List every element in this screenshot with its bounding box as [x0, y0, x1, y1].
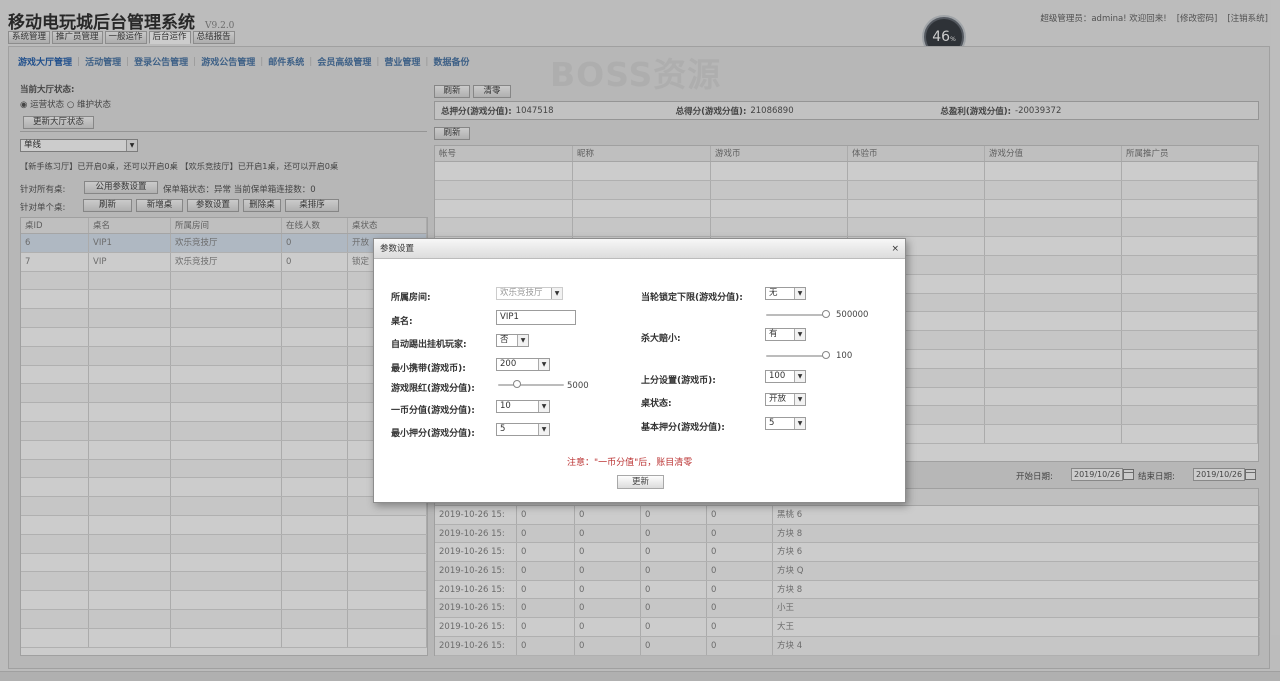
lock-limit-label: 当轮锁定下限(游戏分值): [641, 293, 743, 303]
chevron-down-icon: ▼ [517, 335, 528, 346]
close-icon[interactable]: × [891, 239, 899, 259]
kill-label: 杀大赔小: [641, 334, 681, 344]
base-bet-select[interactable]: 5 ▼ [765, 417, 806, 430]
slider-handle[interactable] [822, 310, 830, 318]
param-dialog: 参数设置 × 所属房间: 欢乐竞技厅 ▼ 桌名: VIP1 自动踢出挂机玩家: 否… [373, 238, 906, 503]
chevron-down-icon: ▼ [538, 424, 549, 435]
min-bet-select[interactable]: 5 ▼ [496, 423, 550, 436]
chevron-down-icon: ▼ [794, 288, 805, 299]
chevron-down-icon: ▼ [794, 394, 805, 405]
lock-limit-value: 500000 [836, 310, 869, 320]
slider-handle[interactable] [822, 351, 830, 359]
room-select: 欢乐竞技厅 ▼ [496, 287, 563, 300]
chevron-down-icon: ▼ [794, 371, 805, 382]
coin-value-label: 一币分值(游戏分值): [391, 406, 475, 416]
up-score-select[interactable]: 100 ▼ [765, 370, 806, 383]
table-name-label: 桌名: [391, 317, 413, 327]
chevron-down-icon: ▼ [794, 329, 805, 340]
chevron-down-icon: ▼ [551, 288, 562, 299]
base-bet-label: 基本押分(游戏分值): [641, 423, 725, 433]
min-carry-select[interactable]: 200 ▼ [496, 358, 550, 371]
bet-limit-label: 游戏限红(游戏分值): [391, 384, 475, 394]
kill-slider[interactable] [766, 351, 830, 361]
bet-limit-slider[interactable] [498, 380, 564, 390]
table-status-select[interactable]: 开放 ▼ [765, 393, 806, 406]
lock-limit-slider[interactable] [766, 310, 830, 320]
chevron-down-icon: ▼ [794, 418, 805, 429]
min-bet-label: 最小押分(游戏分值): [391, 429, 475, 439]
slider-handle[interactable] [513, 380, 521, 388]
bet-limit-value: 5000 [567, 381, 589, 391]
dialog-title: 参数设置 [380, 244, 415, 254]
lock-limit-select[interactable]: 无 ▼ [765, 287, 806, 300]
kick-idle-select[interactable]: 否 ▼ [496, 334, 529, 347]
min-carry-label: 最小携带(游戏币): [391, 364, 466, 374]
up-score-label: 上分设置(游戏币): [641, 376, 716, 386]
table-name-input[interactable]: VIP1 [496, 310, 576, 325]
dialog-titlebar: 参数设置 × [374, 239, 905, 259]
table-status-label: 桌状态: [641, 399, 672, 409]
chevron-down-icon: ▼ [538, 401, 549, 412]
kill-value: 100 [836, 351, 853, 361]
kill-select[interactable]: 有 ▼ [765, 328, 806, 341]
room-label: 所属房间: [391, 293, 431, 303]
chevron-down-icon: ▼ [538, 359, 549, 370]
kick-idle-label: 自动踢出挂机玩家: [391, 340, 467, 350]
update-button[interactable]: 更新 [617, 475, 664, 489]
coin-value-select[interactable]: 10 ▼ [496, 400, 550, 413]
warning-note: 注意："一币分值"后，账目清零 [567, 458, 693, 468]
